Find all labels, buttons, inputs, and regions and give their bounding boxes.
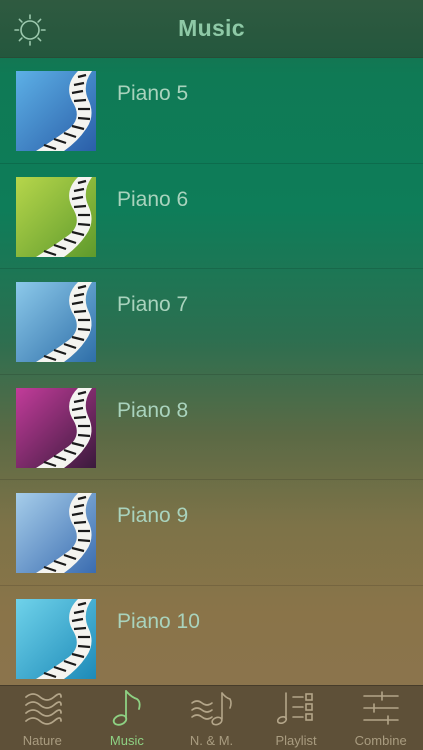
tab-bar: Nature Music N. & M. Playlist Combine [0, 685, 423, 750]
track-title: Piano 6 [117, 187, 189, 211]
tab-label: Nature [22, 733, 62, 748]
track-row[interactable]: Piano 9 [0, 480, 423, 586]
track-row[interactable]: Piano 7 [0, 269, 423, 375]
track-row[interactable]: Piano 10 [0, 586, 423, 686]
track-artwork [16, 282, 96, 362]
track-artwork [16, 176, 96, 257]
tab-label: Playlist [275, 733, 317, 748]
track-artwork [16, 71, 96, 151]
tab-label: Combine [354, 733, 407, 748]
tab-nature[interactable]: Nature [0, 686, 85, 750]
tab-label: N. & M. [189, 733, 234, 748]
track-artwork [16, 493, 96, 573]
nav-bar: Music [0, 0, 423, 58]
track-row[interactable]: Piano 8 [0, 375, 423, 480]
track-title: Piano 5 [117, 82, 189, 105]
settings-button[interactable] [12, 12, 48, 48]
track-title: Piano 8 [117, 398, 189, 422]
waves-icon [25, 693, 63, 725]
sun-gear-icon [14, 14, 46, 46]
track-artwork [16, 598, 96, 679]
tab-combine[interactable]: Combine [338, 686, 423, 750]
waves-note-icon [191, 692, 233, 726]
track-title: Piano 9 [117, 504, 189, 527]
playlist-icon [276, 692, 313, 725]
sliders-icon [362, 691, 399, 725]
page-title: Music [178, 15, 245, 41]
tab-music[interactable]: Music [85, 686, 170, 750]
tab-playlist[interactable]: Playlist [254, 686, 339, 750]
tab-nature-music[interactable]: N. & M. [169, 686, 254, 750]
track-title: Piano 7 [117, 293, 189, 316]
tab-label: Music [109, 733, 144, 748]
track-row[interactable]: Piano 6 [0, 164, 423, 269]
track-row[interactable]: Piano 5 [0, 58, 423, 164]
track-list: Piano 5 Piano 6 Piano 7 Piano 8 Piano 9 Piano… [0, 58, 423, 685]
track-artwork [16, 387, 96, 468]
music-note-icon [112, 690, 141, 726]
track-title: Piano 10 [117, 609, 200, 633]
